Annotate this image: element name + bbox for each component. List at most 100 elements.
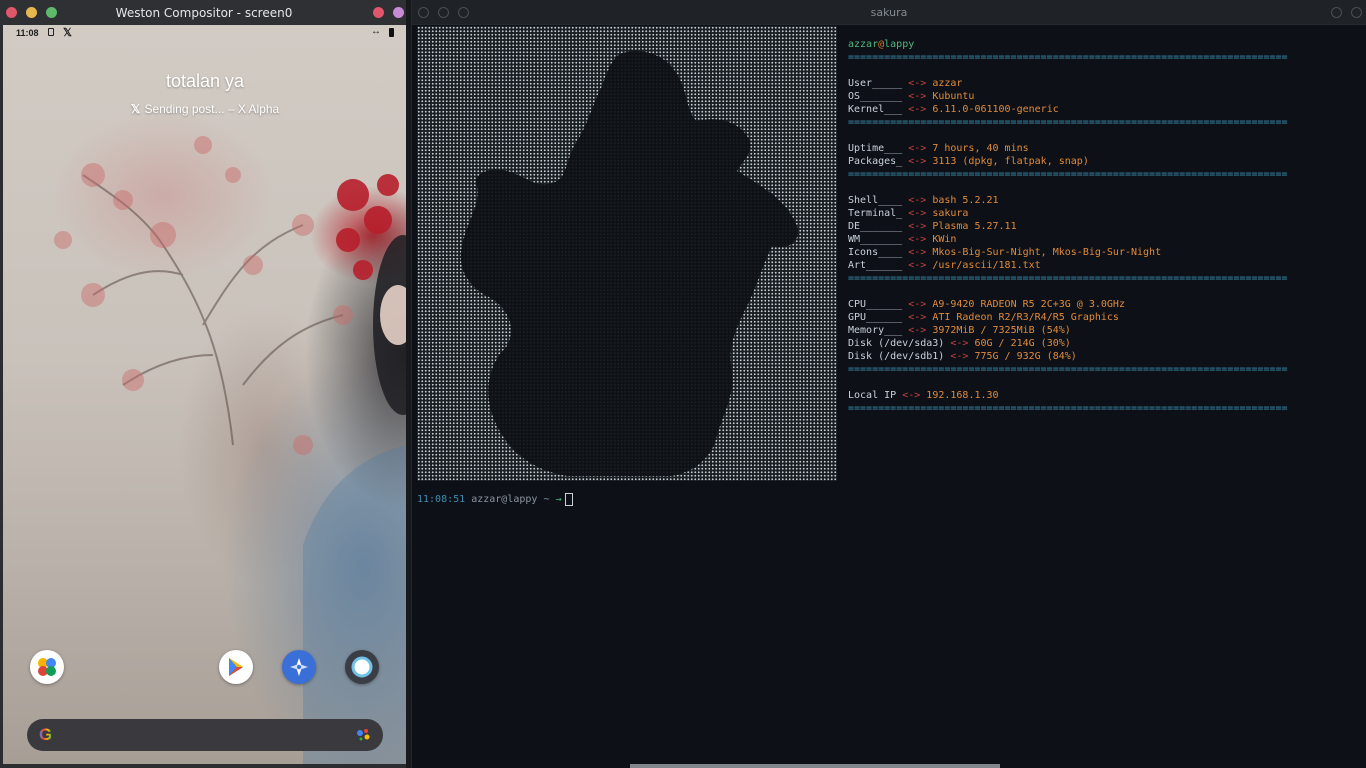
ascii-art-image [417,26,837,481]
info-arrow: <-> [908,247,927,258]
info-key: WM_______ [848,234,903,245]
maximize-icon[interactable] [458,7,469,18]
terminal-area[interactable]: azzar@lappy ============================… [412,25,1366,768]
info-value: sakura [932,208,969,219]
info-arrow: <-> [908,325,927,336]
x-logo-icon: 𝕏 [130,102,141,116]
separator: ========================================… [848,273,1288,284]
info-value: KWin [932,234,957,245]
info-arrow: <-> [908,143,927,154]
info-value: A9-9420 RADEON R5 2C+3G @ 3.0GHz [932,299,1125,310]
window-title: sakura [870,5,908,19]
circle-app-icon[interactable] [345,650,379,684]
menu-icon[interactable] [393,7,404,18]
prompt-user: azzar@lappy [471,494,538,505]
info-value: 3113 (dpkg, flatpak, snap) [932,156,1089,167]
info-row: Icons____ <-> Mkos-Big-Sur-Night, Mkos-B… [848,246,1358,259]
info-row: CPU______ <-> A9-9420 RADEON R5 2C+3G @ … [848,298,1358,311]
play-triangle-icon [229,658,243,676]
wallpaper-image [54,136,407,764]
info-key: Disk (/dev/sdb1) [848,351,945,362]
maximize-icon[interactable] [46,7,57,18]
user-host-line: azzar@lappy [848,39,915,50]
status-bar: 11:08 𝕏 ↔ [3,25,407,41]
info-arrow: <-> [908,221,927,232]
close-icon[interactable] [418,7,429,18]
notification-text-row[interactable]: 𝕏 Sending post... – X Alpha [3,102,407,116]
info-arrow: <-> [908,299,927,310]
menu-icon[interactable] [1331,7,1342,18]
info-arrow: <-> [908,195,927,206]
info-value: 7 hours, 40 mins [932,143,1029,154]
battery-icon [389,28,394,37]
compass-icon [290,658,308,676]
info-arrow: <-> [908,78,927,89]
assistant-icon[interactable] [355,727,371,743]
info-value: /usr/ascii/181.txt [932,260,1041,271]
window-title: Weston Compositor - screen0 [115,5,293,20]
notification-title: totalan ya [165,71,245,91]
info-key: Uptime___ [848,143,903,154]
info-row: GPU______ <-> ATI Radeon R2/R3/R4/R5 Gra… [848,311,1358,324]
play-store-icon[interactable] [219,650,253,684]
separator: ========================================… [848,169,1288,180]
x-logo-icon: 𝕏 [63,27,72,39]
info-arrow: <-> [908,104,927,115]
minimize-icon[interactable] [26,7,37,18]
app-icon-multicolor[interactable] [30,650,64,684]
info-key: Shell____ [848,195,903,206]
sakura-titlebar[interactable]: sakura [412,0,1366,25]
info-key: GPU______ [848,312,903,323]
info-arrow: <-> [908,208,927,219]
info-value: Mkos-Big-Sur-Night, Mkos-Big-Sur-Night [932,247,1162,258]
info-row: Disk (/dev/sda3) <-> 60G / 214G (30%) [848,337,1358,350]
info-arrow: <-> [950,338,969,349]
minimize-icon[interactable] [438,7,449,18]
weston-titlebar[interactable]: Weston Compositor - screen0 [0,0,408,25]
info-value: 775G / 932G (84%) [974,351,1077,362]
info-row: Terminal_ <-> sakura [848,207,1358,220]
info-row: Packages_ <-> 3113 (dpkg, flatpak, snap) [848,155,1358,168]
info-key: Terminal_ [848,208,903,219]
info-value: ATI Radeon R2/R3/R4/R5 Graphics [932,312,1119,323]
info-value: 6.11.0-061100-generic [932,104,1059,115]
info-value: 3972MiB / 7325MiB (54%) [932,325,1071,336]
info-value: Plasma 5.27.11 [932,221,1017,232]
info-row: Shell____ <-> bash 5.2.21 [848,194,1358,207]
info-key: CPU______ [848,299,903,310]
info-row: Uptime___ <-> 7 hours, 40 mins [848,142,1358,155]
sakura-window: sakura azzar@lappy =====================… [411,0,1366,768]
info-value: 192.168.1.30 [926,390,999,401]
compass-app-icon[interactable] [282,650,316,684]
info-row: DE_______ <-> Plasma 5.27.11 [848,220,1358,233]
separator: ========================================… [848,52,1288,63]
notification-text: Sending post... – X Alpha [144,102,280,116]
info-row: User_____ <-> azzar [848,77,1358,90]
shell-prompt[interactable]: 11:08:51 azzar@lappy ~ → [417,493,573,506]
info-arrow: <-> [908,312,927,323]
close-icon[interactable] [6,7,17,18]
ring-icon [351,656,373,678]
info-key: Disk (/dev/sda3) [848,338,945,349]
info-row: Disk (/dev/sdb1) <-> 775G / 932G (84%) [848,350,1358,363]
phone-screen[interactable]: 11:08 𝕏 ↔ totalan ya 𝕏 Sending post... – … [3,25,407,764]
info-value: Kubuntu [932,91,975,102]
info-row: Art______ <-> /usr/ascii/181.txt [848,259,1358,272]
fetch-info: azzar@lappy ============================… [848,38,1358,415]
info-value: bash 5.2.21 [932,195,999,206]
google-search-bar[interactable]: G [27,719,383,751]
info-key: Icons____ [848,247,903,258]
info-arrow: <-> [950,351,969,362]
info-arrow: <-> [908,260,927,271]
prompt-time: 11:08:51 [417,494,466,505]
close-icon[interactable] [373,7,384,18]
close-icon[interactable] [1351,7,1362,18]
info-value: 60G / 214G (30%) [974,338,1071,349]
separator: ========================================… [848,117,1288,128]
info-key: Memory___ [848,325,903,336]
